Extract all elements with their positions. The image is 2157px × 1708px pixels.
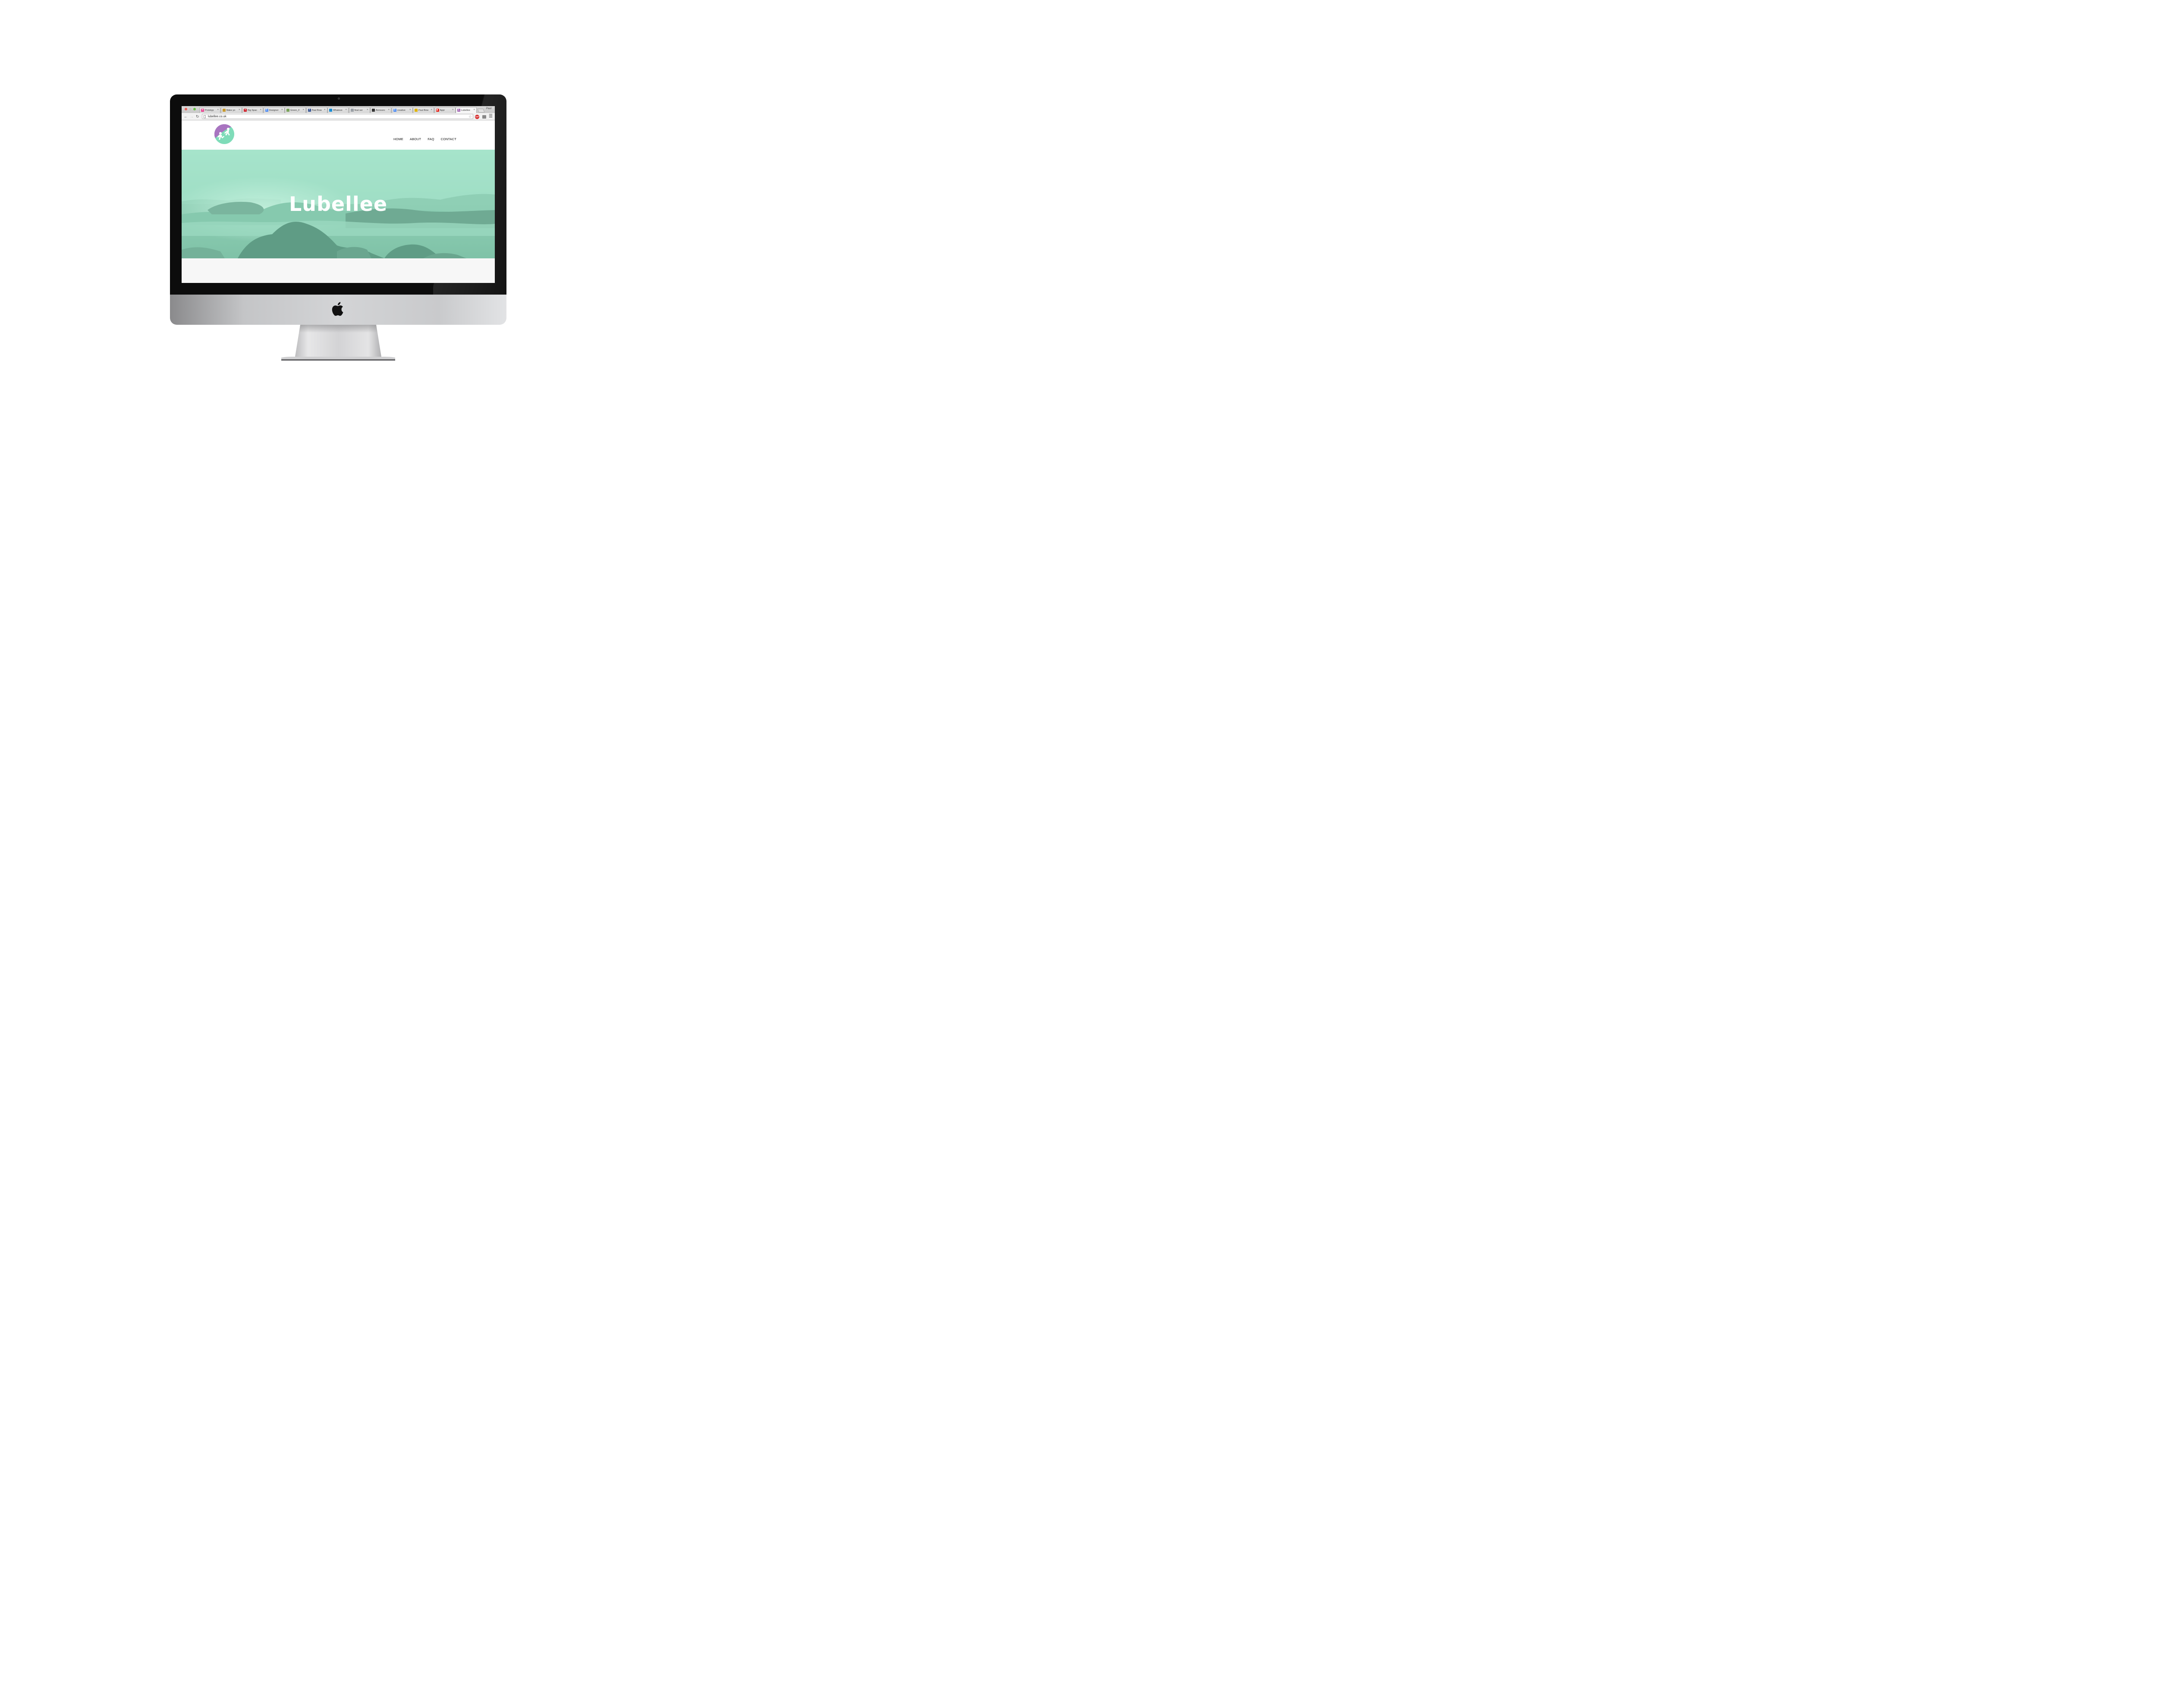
profile-name[interactable]: Paul <box>486 107 491 110</box>
tab-favicon-icon: ♥ <box>244 109 247 112</box>
tab-favicon-icon: f <box>308 109 311 112</box>
arrow-right-icon[interactable]: → <box>190 114 194 119</box>
lubellee-logo[interactable] <box>214 124 234 144</box>
browser-tab[interactable]: Make yo × <box>220 107 242 113</box>
site-header: HOME ABOUT FAQ CONTACT <box>182 121 495 150</box>
camera-icon <box>338 97 340 100</box>
tab-close-icon[interactable]: × <box>409 109 411 111</box>
tab-label: Paul Bow <box>418 109 429 112</box>
tab-close-icon[interactable]: × <box>281 109 283 111</box>
page-icon <box>204 115 206 118</box>
tab-favicon-icon <box>415 109 418 112</box>
browser-tab[interactable]: f Paul Bow × <box>306 107 327 113</box>
tab-favicon-icon: G <box>265 109 268 112</box>
nav-faq[interactable]: FAQ <box>428 137 434 141</box>
url-text[interactable]: lubellee.co.uk <box>208 115 226 119</box>
browser-tab[interactable]: G Designer × <box>263 107 285 113</box>
tab-close-icon[interactable]: × <box>324 109 326 111</box>
nav-contact[interactable]: CONTACT <box>441 137 456 141</box>
tab-label: Designer <box>269 109 279 112</box>
tab-strip: in Prototyp × Make yo × ♥ Big Spac × G Designer × G… <box>182 106 495 113</box>
hamburger-menu-icon[interactable]: ☰ <box>489 114 493 119</box>
tab-close-icon[interactable]: × <box>217 109 219 111</box>
hero-banner: Lubellee <box>182 150 495 258</box>
star-icon[interactable]: ☆ <box>469 114 472 119</box>
tab-label: Paul Bow <box>311 109 322 112</box>
browser-tab[interactable]: Gcreative × <box>391 107 413 113</box>
tab-favicon-icon <box>350 109 354 112</box>
tab-label: final ser <box>354 109 363 112</box>
nav-home[interactable]: HOME <box>393 137 403 141</box>
tab-label: Announc <box>376 109 385 112</box>
tab-close-icon[interactable]: × <box>239 109 240 111</box>
tab-close-icon[interactable]: × <box>302 109 304 111</box>
tab-close-icon[interactable]: × <box>431 109 432 111</box>
browser-window: in Prototyp × Make yo × ♥ Big Spac × G Designer × G… <box>182 106 495 283</box>
arrow-left-icon[interactable]: ← <box>184 114 188 119</box>
browser-toolbar: ← → ↻ lubellee.co.uk ☆ ABP ☰ <box>182 113 495 120</box>
nav-about[interactable]: ABOUT <box>410 137 421 141</box>
close-window-button[interactable] <box>185 108 187 110</box>
browser-tab[interactable]: Announc × <box>370 107 391 113</box>
monitor-chin <box>170 295 506 325</box>
tab-label: Green_F <box>290 109 300 112</box>
reload-icon[interactable]: ↻ <box>196 114 199 119</box>
tab-label: Prototyp <box>205 109 214 112</box>
tab-label: creative <box>397 109 406 112</box>
tab-label: Lubellee <box>461 109 470 112</box>
tab-favicon-icon: ▶ <box>436 109 439 112</box>
tab-label: Big Spac <box>248 109 258 112</box>
site-nav: HOME ABOUT FAQ CONTACT <box>393 137 456 141</box>
tab-label: Appr <box>440 109 445 112</box>
tab-favicon-icon <box>222 109 226 112</box>
tab-favicon-icon: L <box>457 109 460 112</box>
new-tab-button[interactable] <box>477 109 485 113</box>
tab-label: Make yo <box>226 109 236 112</box>
browser-tab[interactable]: ▶ Appr × <box>434 107 456 113</box>
browser-tab[interactable]: final ser × <box>349 107 370 113</box>
browser-tab[interactable]: Whateve × <box>327 107 349 113</box>
tab-close-icon[interactable]: × <box>367 109 368 111</box>
adblock-extension-icon[interactable]: ABP <box>475 115 479 119</box>
browser-tab[interactable]: Green_F × <box>285 107 306 113</box>
tab-favicon-icon <box>329 109 332 112</box>
tab-close-icon[interactable]: × <box>452 109 454 111</box>
address-bar[interactable]: lubellee.co.uk ☆ <box>202 114 473 119</box>
tab-close-icon[interactable]: × <box>473 109 475 111</box>
tab-favicon-icon: in <box>201 109 204 112</box>
browser-tab[interactable]: Paul Bow × <box>413 107 434 113</box>
tab-close-icon[interactable]: × <box>345 109 347 111</box>
minimize-window-button[interactable] <box>189 108 192 110</box>
apple-logo-icon <box>332 302 343 316</box>
tab-close-icon[interactable]: × <box>388 109 390 111</box>
browser-tab[interactable]: L Lubellee × <box>456 107 477 113</box>
browser-tab[interactable]: ♥ Big Spac × <box>242 107 263 113</box>
tab-close-icon[interactable]: × <box>260 109 261 111</box>
tab-favicon-icon <box>286 109 289 112</box>
tab-favicon-icon <box>372 109 375 112</box>
tab-list: in Prototyp × Make yo × ♥ Big Spac × G Designer × G… <box>199 107 485 113</box>
page-content-area <box>182 258 495 283</box>
zoom-window-button[interactable] <box>193 108 196 110</box>
monitor-stand <box>281 325 395 361</box>
extension-icon[interactable] <box>482 115 486 119</box>
browser-tab[interactable]: in Prototyp × <box>199 107 220 113</box>
hero-title: Lubellee <box>289 192 388 216</box>
tab-label: Whateve <box>333 109 343 112</box>
tab-favicon-icon: G <box>393 109 396 112</box>
